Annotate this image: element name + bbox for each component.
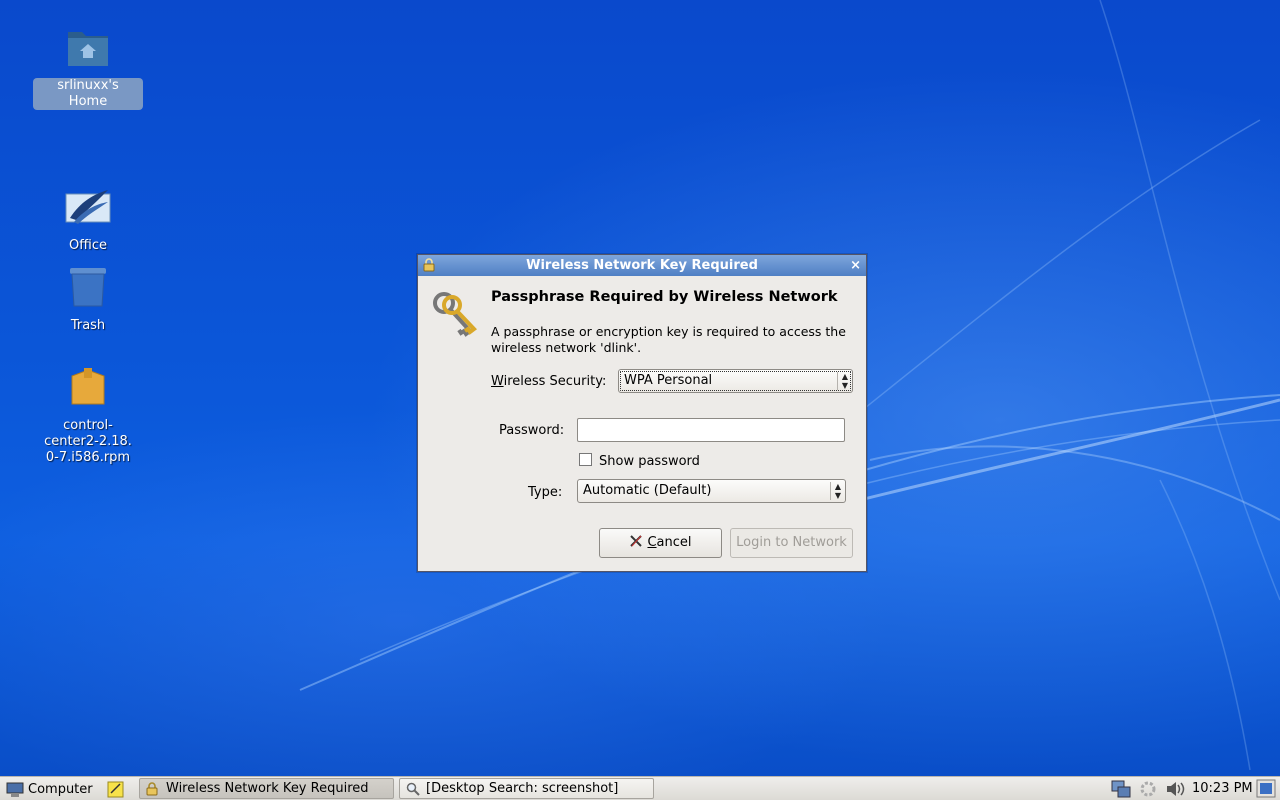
dialog-titlebar[interactable]: Wireless Network Key Required × bbox=[418, 255, 866, 276]
task-button-wireless-key[interactable]: Wireless Network Key Required bbox=[139, 778, 394, 799]
lock-icon bbox=[423, 258, 435, 272]
desktop-icon-label-line1: control-center2-2.18. bbox=[44, 418, 132, 449]
cancel-button[interactable]: Cancel bbox=[599, 528, 722, 558]
wireless-security-accel: W bbox=[491, 374, 504, 389]
desktop-icon-office[interactable]: Office bbox=[33, 184, 143, 254]
desktop: srlinuxx's Home Office Trash control-cen… bbox=[0, 0, 1280, 776]
desktop-icon-label-line2: 0-7.i586.rpm bbox=[45, 450, 131, 465]
task-label: Wireless Network Key Required bbox=[166, 781, 369, 796]
type-value: Automatic (Default) bbox=[583, 483, 712, 498]
wireless-security-label: Wireless Security: bbox=[491, 374, 606, 389]
home-folder-icon bbox=[68, 32, 108, 66]
volume-icon[interactable] bbox=[1164, 779, 1186, 799]
desktop-icon-home[interactable]: srlinuxx's Home bbox=[33, 24, 143, 110]
password-label: Password: bbox=[499, 423, 565, 438]
network-status-icon[interactable] bbox=[1110, 779, 1132, 799]
task-button-desktop-search[interactable]: [Desktop Search: screenshot] bbox=[399, 778, 654, 799]
checkbox-box[interactable] bbox=[579, 453, 592, 466]
dialog-heading: Passphrase Required by Wireless Network bbox=[491, 289, 838, 305]
updown-arrows-icon: ▲ ▼ bbox=[837, 372, 852, 390]
openoffice-icon bbox=[65, 190, 111, 224]
desktop-icon-label: srlinuxx's Home bbox=[33, 78, 143, 110]
desktop-icon-label: Office bbox=[69, 238, 107, 253]
password-input[interactable] bbox=[577, 418, 845, 442]
updater-icon[interactable] bbox=[1138, 779, 1158, 799]
taskbar: Computer Wireless Network Key Required [… bbox=[0, 776, 1280, 800]
login-to-network-button[interactable]: Login to Network bbox=[730, 528, 853, 558]
computer-menu-label: Computer bbox=[28, 782, 93, 797]
desktop-icon-rpm[interactable]: control-center2-2.18. 0-7.i586.rpm bbox=[33, 364, 143, 466]
search-icon bbox=[406, 782, 420, 796]
computer-icon bbox=[6, 782, 24, 797]
dialog-message: A passphrase or encryption key is requir… bbox=[491, 324, 846, 355]
notes-icon[interactable] bbox=[106, 779, 126, 799]
clock[interactable]: 10:23 PM bbox=[1192, 777, 1253, 800]
wireless-security-label-rest: ireless Security: bbox=[503, 374, 607, 389]
show-desktop-icon[interactable] bbox=[1256, 779, 1276, 798]
wireless-key-dialog: Wireless Network Key Required × Passphra… bbox=[417, 254, 867, 572]
trash-icon bbox=[70, 268, 106, 307]
show-password-checkbox[interactable]: Show password bbox=[579, 453, 700, 469]
keys-icon bbox=[433, 292, 477, 337]
type-label: Type: bbox=[528, 485, 563, 500]
show-password-label: Show password bbox=[599, 454, 700, 469]
type-select[interactable]: Automatic (Default) ▲ ▼ bbox=[577, 479, 846, 503]
wireless-security-value: WPA Personal bbox=[624, 373, 713, 388]
close-button[interactable]: × bbox=[850, 255, 861, 276]
cancel-x-icon bbox=[630, 535, 643, 547]
package-icon bbox=[71, 368, 105, 405]
lock-icon bbox=[146, 782, 158, 796]
cancel-label-rest: ancel bbox=[656, 535, 692, 550]
cancel-accel: C bbox=[647, 535, 657, 550]
task-label: [Desktop Search: screenshot] bbox=[426, 781, 619, 796]
desktop-icon-label: Trash bbox=[70, 318, 106, 333]
desktop-icon-trash[interactable]: Trash bbox=[33, 264, 143, 334]
wireless-security-select[interactable]: WPA Personal ▲ ▼ bbox=[618, 369, 853, 393]
dialog-title: Wireless Network Key Required bbox=[526, 258, 758, 273]
updown-arrows-icon: ▲ ▼ bbox=[830, 482, 845, 500]
